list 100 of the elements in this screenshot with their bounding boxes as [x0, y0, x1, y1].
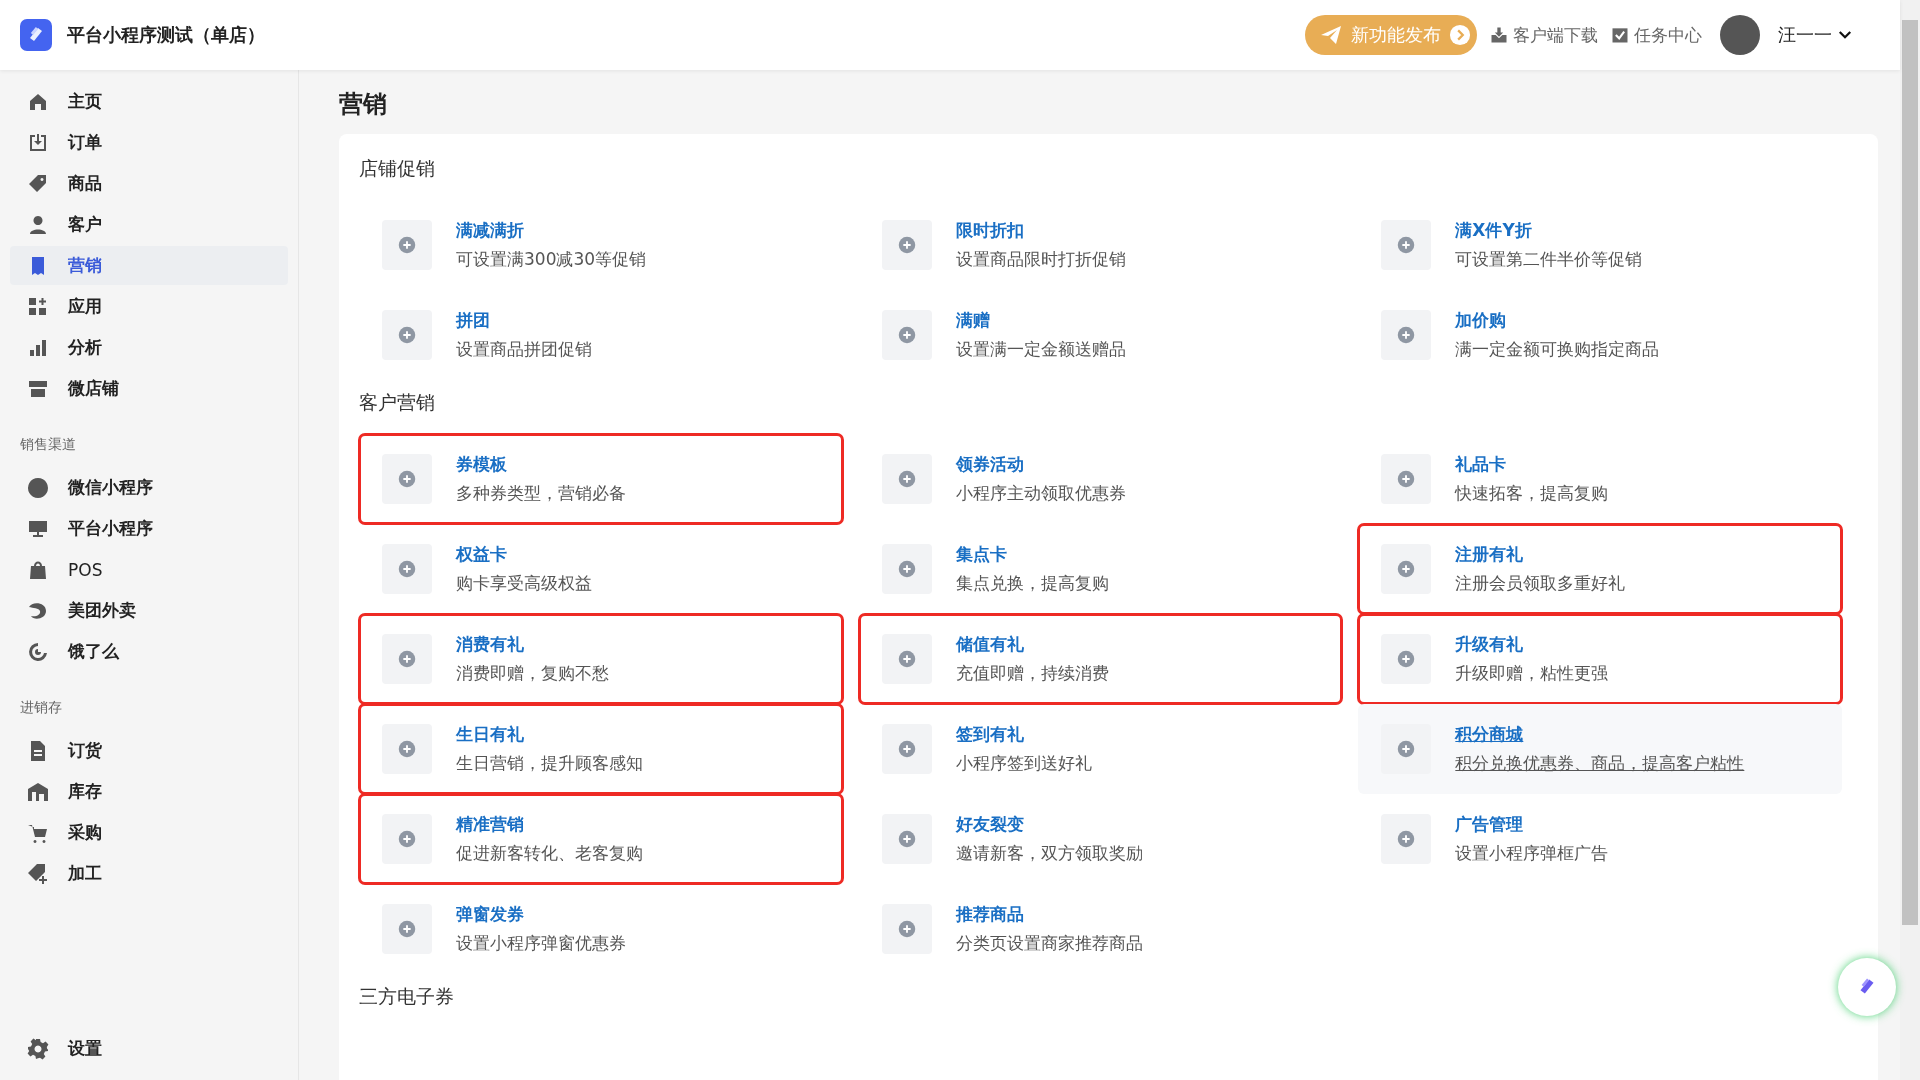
feature-icon	[1381, 544, 1432, 594]
sidebar-item[interactable]: 订货	[10, 731, 288, 770]
feature-icon	[382, 544, 432, 594]
feature-item[interactable]: 注册有礼 注册会员领取多重好礼	[1358, 524, 1842, 614]
feature-item[interactable]: 好友裂变 邀请新客，双方领取奖励	[858, 794, 1343, 884]
sidebar-item[interactable]: 分析	[10, 328, 288, 367]
avatar[interactable]	[1720, 15, 1760, 55]
feature-item[interactable]: 积分商城 积分兑换优惠券、商品，提高客户粘性	[1358, 704, 1842, 794]
feature-icon	[1381, 724, 1432, 774]
feature-item[interactable]: 拼团 设置商品拼团促销	[359, 290, 843, 380]
sidebar-item[interactable]: 订单	[10, 123, 288, 162]
feature-item[interactable]: 弹窗发券 设置小程序弹窗优惠券	[359, 884, 843, 974]
feature-icon	[382, 634, 432, 684]
feature-icon	[382, 310, 432, 360]
sidebar-item[interactable]: 微信小程序	[10, 468, 288, 507]
feature-description: 消费即赠，复购不愁	[456, 662, 609, 685]
sidebar-item[interactable]: 饿了么	[10, 632, 288, 671]
feature-title: 好友裂变	[955, 813, 1025, 836]
feature-icon	[382, 814, 432, 864]
feature-icon	[881, 814, 932, 864]
floating-assistant-button[interactable]	[1838, 958, 1896, 1016]
settings-icon	[26, 1036, 50, 1061]
sidebar-item[interactable]: 设置	[10, 1029, 288, 1068]
feature-description: 满一定金额可换购指定商品	[1455, 338, 1660, 361]
feature-item[interactable]: 集点卡 集点兑换，提高复购	[858, 524, 1343, 614]
feature-title: 精准营销	[456, 813, 525, 836]
feature-item[interactable]: 加价购 满一定金额可换购指定商品	[1358, 290, 1842, 380]
feature-icon	[382, 220, 432, 270]
feature-description: 设置商品拼团促销	[456, 338, 592, 361]
feature-item[interactable]: 生日有礼 生日营销，提升顾客感知	[359, 704, 843, 794]
clipboard-check-icon	[1610, 25, 1630, 45]
feature-item[interactable]: 储值有礼 充值即赠，持续消费	[858, 614, 1343, 704]
feature-title: 拼团	[456, 309, 491, 332]
feature-description: 注册会员领取多重好礼	[1455, 572, 1626, 595]
sidebar-item[interactable]: 微店铺	[10, 369, 288, 408]
feature-item[interactable]: 签到有礼 小程序签到送好礼	[858, 704, 1343, 794]
feature-title: 满赠	[955, 309, 991, 332]
sidebar-item[interactable]: 美团外卖	[10, 591, 288, 630]
feature-description: 设置小程序弹窗优惠券	[456, 932, 626, 955]
sidebar-item[interactable]: 加工	[10, 854, 288, 893]
feature-description: 设置小程序弹框广告	[1455, 842, 1609, 865]
feature-title: 消费有礼	[456, 633, 525, 656]
sidebar-item[interactable]: 商品	[10, 164, 288, 203]
sidebar-section-title: 销售渠道	[19, 435, 77, 454]
feature-title: 领券活动	[955, 453, 1025, 476]
feature-description: 生日营销，提升顾客感知	[456, 752, 643, 775]
feature-icon	[881, 724, 932, 774]
section-title: 客户营销	[359, 390, 436, 415]
feature-icon	[881, 220, 932, 270]
feature-title: 推荐商品	[955, 903, 1025, 926]
sidebar-item[interactable]: 客户	[10, 205, 288, 244]
feature-description: 集点兑换，提高复购	[955, 572, 1109, 595]
sidebar-item[interactable]: 库存	[10, 772, 288, 811]
feature-item[interactable]: 升级有礼 升级即赠，粘性更强	[1358, 614, 1842, 704]
scrollbar[interactable]	[1900, 0, 1920, 1080]
feature-item[interactable]: 权益卡 购卡享受高级权益	[359, 524, 843, 614]
feature-description: 设置满一定金额送赠品	[955, 338, 1126, 361]
sidebar-item[interactable]: 主页	[10, 82, 288, 121]
feature-item[interactable]: 券模板 多种券类型，营销必备	[359, 434, 843, 524]
feature-item[interactable]: 满赠 设置满一定金额送赠品	[858, 290, 1343, 380]
feature-item[interactable]: 满X件Y折 可设置第二件半价等促销	[1358, 200, 1842, 290]
sidebar-item[interactable]: 应用	[10, 287, 288, 326]
feature-item[interactable]: 消费有礼 消费即赠，复购不愁	[359, 614, 843, 704]
feature-icon	[382, 904, 432, 954]
feature-description: 快速拓客，提高复购	[1455, 482, 1609, 505]
feature-title: 广告管理	[1455, 813, 1525, 836]
feature-item[interactable]: 礼品卡 快速拓客，提高复购	[1358, 434, 1842, 524]
feature-description: 小程序签到送好礼	[955, 752, 1092, 775]
sidebar-item[interactable]: 营销	[10, 246, 288, 285]
feature-icon	[881, 310, 932, 360]
sidebar-item[interactable]: POS	[10, 550, 288, 589]
header-link[interactable]: 任务中心	[1610, 23, 1702, 47]
tag-plus-icon	[26, 861, 50, 886]
feature-description: 设置商品限时打折促销	[955, 248, 1126, 271]
feature-item[interactable]: 推荐商品 分类页设置商家推荐商品	[858, 884, 1343, 974]
header-link[interactable]: 客户端下载	[1489, 23, 1598, 47]
feature-title: 弹窗发券	[456, 903, 525, 926]
user-menu[interactable]: 汪一一	[1772, 22, 1860, 48]
feature-description: 邀请新客，双方领取奖励	[955, 842, 1143, 865]
feature-item[interactable]: 领券活动 小程序主动领取优惠券	[858, 434, 1343, 524]
feature-icon	[881, 904, 932, 954]
feature-title: 升级有礼	[1455, 633, 1525, 656]
feature-icon	[1381, 220, 1432, 270]
app-logo-icon	[20, 19, 52, 51]
feature-item[interactable]: 精准营销 促进新客转化、老客复购	[359, 794, 843, 884]
sidebar-item[interactable]: 采购	[10, 813, 288, 852]
feature-description: 小程序主动领取优惠券	[955, 482, 1126, 505]
section-title: 三方电子券	[359, 984, 455, 1009]
feature-item[interactable]: 广告管理 设置小程序弹框广告	[1358, 794, 1842, 884]
feature-title: 生日有礼	[456, 723, 525, 746]
feature-item[interactable]: 限时折扣 设置商品限时打折促销	[858, 200, 1343, 290]
feature-description: 分类页设置商家推荐商品	[955, 932, 1143, 955]
feature-icon	[1381, 814, 1432, 864]
feature-item[interactable]: 满减满折 可设置满300减30等促销	[359, 200, 843, 290]
feature-title: 权益卡	[456, 543, 508, 566]
feature-description: 多种券类型，营销必备	[456, 482, 626, 505]
feature-title: 储值有礼	[955, 633, 1025, 656]
app-title: 平台小程序测试（单店）	[67, 23, 265, 47]
sidebar-item[interactable]: 平台小程序	[10, 509, 288, 548]
feature-title: 满X件Y折	[1455, 219, 1533, 242]
